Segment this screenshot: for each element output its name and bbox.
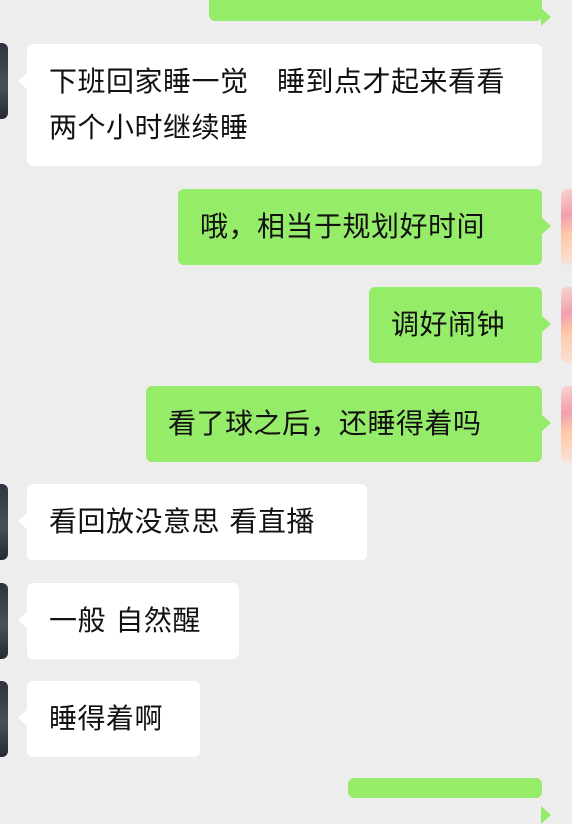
incoming-message-bubble[interactable]: 下班回家睡一觉 睡到点才起来看看两个小时继续睡 xyxy=(18,44,542,166)
contact-avatar[interactable] xyxy=(0,583,8,659)
contact-avatar[interactable] xyxy=(0,681,8,757)
incoming-message-bubble[interactable]: 睡得着啊 xyxy=(18,681,200,757)
outgoing-message-bubble-cut[interactable] xyxy=(209,0,551,26)
contact-avatar[interactable] xyxy=(0,43,8,119)
my-avatar[interactable] xyxy=(561,189,572,265)
incoming-message-bubble[interactable]: 一般 自然醒 xyxy=(18,583,239,659)
my-avatar[interactable] xyxy=(561,386,572,462)
chat-thread: 下班回家睡一觉 睡到点才起来看看两个小时继续睡 哦，相当于规划好时间 调好闹钟 … xyxy=(0,0,572,824)
contact-avatar[interactable] xyxy=(0,484,8,560)
outgoing-message-bubble[interactable]: 调好闹钟 xyxy=(369,287,551,363)
outgoing-message-bubble[interactable]: 看了球之后，还睡得着吗 xyxy=(146,386,551,462)
my-avatar[interactable] xyxy=(561,287,572,363)
outgoing-message-bubble[interactable]: 哦，相当于规划好时间 xyxy=(178,189,551,265)
incoming-message-bubble[interactable]: 看回放没意思 看直播 xyxy=(18,484,367,560)
outgoing-message-bubble-cut[interactable] xyxy=(348,778,551,824)
